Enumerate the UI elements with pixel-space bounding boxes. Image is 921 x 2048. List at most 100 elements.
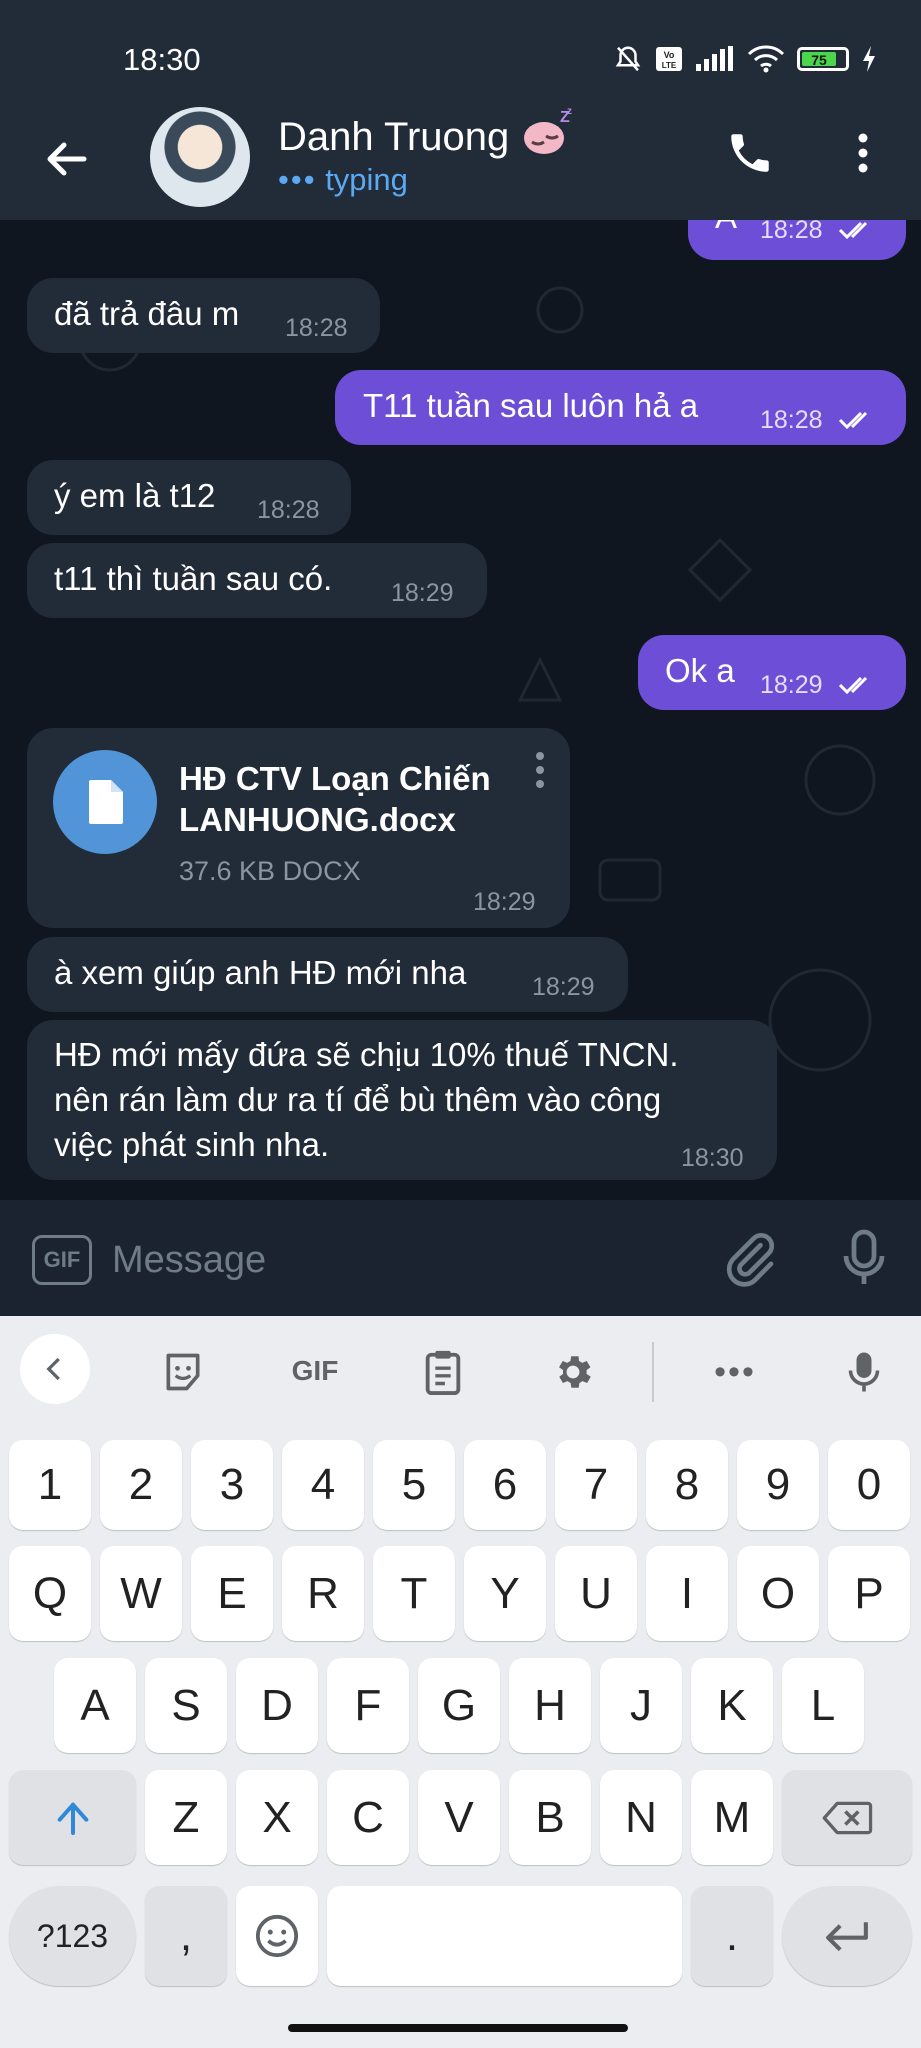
message-bubble-out[interactable]: Ok a 18:29 bbox=[638, 635, 906, 710]
key-5[interactable]: 5 bbox=[373, 1440, 455, 1530]
contact-name[interactable]: Danh Truong Zz bbox=[278, 106, 574, 160]
message-time: 18:29 bbox=[391, 579, 454, 607]
home-indicator[interactable] bbox=[288, 2024, 628, 2032]
key-0[interactable]: 0 bbox=[828, 1440, 910, 1530]
emoji-key[interactable] bbox=[236, 1886, 318, 1986]
status-time: 18:30 bbox=[123, 42, 201, 77]
keyboard: GIF ••• 1 2 3 4 5 6 7 8 9 0 Q W E R T Y … bbox=[0, 1316, 921, 2048]
symbols-key[interactable]: ?123 bbox=[9, 1886, 136, 1986]
file-document-icon[interactable] bbox=[53, 750, 157, 854]
keyboard-mic-icon[interactable] bbox=[836, 1342, 892, 1402]
key-h[interactable]: H bbox=[509, 1658, 591, 1753]
key-e[interactable]: E bbox=[191, 1546, 273, 1641]
avatar[interactable] bbox=[150, 107, 250, 207]
clipboard-icon[interactable] bbox=[415, 1344, 471, 1400]
key-c[interactable]: C bbox=[327, 1770, 409, 1865]
key-j[interactable]: J bbox=[600, 1658, 682, 1753]
key-l[interactable]: L bbox=[782, 1658, 864, 1753]
key-v[interactable]: V bbox=[418, 1770, 500, 1865]
back-arrow-icon[interactable] bbox=[40, 133, 92, 185]
key-3[interactable]: 3 bbox=[191, 1440, 273, 1530]
file-message-bubble[interactable]: HĐ CTV Loạn Chiến LANHUONG.docx 37.6 KB … bbox=[27, 728, 570, 928]
settings-gear-icon[interactable] bbox=[545, 1344, 601, 1400]
toolbar-divider bbox=[652, 1342, 654, 1402]
backspace-key[interactable] bbox=[782, 1770, 912, 1865]
message-bubble-in[interactable]: HĐ mới mấy đứa sẽ chịu 10% thuế TNCN. nê… bbox=[27, 1020, 777, 1180]
collapse-toolbar-button[interactable] bbox=[20, 1334, 90, 1404]
more-dots-icon[interactable]: ••• bbox=[705, 1344, 765, 1400]
file-meta: 37.6 KB DOCX bbox=[179, 856, 361, 886]
key-r[interactable]: R bbox=[282, 1546, 364, 1641]
message-text: à xem giúp anh HĐ mới nha bbox=[54, 954, 467, 991]
key-m[interactable]: M bbox=[691, 1770, 773, 1865]
key-x[interactable]: X bbox=[236, 1770, 318, 1865]
message-bubble-in[interactable]: à xem giúp anh HĐ mới nha 18:29 bbox=[27, 937, 628, 1012]
message-input[interactable] bbox=[110, 1228, 694, 1292]
message-bubble-in[interactable]: t11 thì tuần sau có. 18:29 bbox=[27, 543, 487, 618]
gif-button-icon[interactable]: GIF bbox=[32, 1235, 92, 1285]
message-time: 18:28 bbox=[760, 406, 823, 434]
key-i[interactable]: I bbox=[646, 1546, 728, 1641]
message-text: Ok a bbox=[665, 652, 735, 689]
message-text-line1: HĐ mới mấy đứa sẽ chịu 10% thuế TNCN. bbox=[54, 1036, 679, 1073]
key-b[interactable]: B bbox=[509, 1770, 591, 1865]
message-text-line2: nên rán làm dư ra tí để bù thêm vào công bbox=[54, 1081, 662, 1118]
svg-text:Vo: Vo bbox=[664, 50, 675, 60]
signal-icon bbox=[696, 46, 733, 71]
key-1[interactable]: 1 bbox=[9, 1440, 91, 1530]
key-u[interactable]: U bbox=[555, 1546, 637, 1641]
key-n[interactable]: N bbox=[600, 1770, 682, 1865]
battery-level: 75 bbox=[802, 52, 836, 68]
key-q[interactable]: Q bbox=[9, 1546, 91, 1641]
double-check-icon bbox=[838, 411, 868, 430]
chat-area[interactable]: A 18:28 đã trả đâu m 18:28 T11 tuần sau … bbox=[0, 220, 921, 1200]
volte-icon: VoLTE bbox=[656, 47, 682, 71]
key-8[interactable]: 8 bbox=[646, 1440, 728, 1530]
key-2[interactable]: 2 bbox=[100, 1440, 182, 1530]
more-options-icon[interactable] bbox=[848, 128, 878, 178]
key-7[interactable]: 7 bbox=[555, 1440, 637, 1530]
file-name-line1: HĐ CTV Loạn Chiến bbox=[179, 760, 491, 797]
message-text-line3: việc phát sinh nha. bbox=[54, 1126, 330, 1163]
key-d[interactable]: D bbox=[236, 1658, 318, 1753]
typing-text: typing bbox=[325, 162, 408, 197]
key-s[interactable]: S bbox=[145, 1658, 227, 1753]
key-k[interactable]: K bbox=[691, 1658, 773, 1753]
key-w[interactable]: W bbox=[100, 1546, 182, 1641]
key-y[interactable]: Y bbox=[464, 1546, 546, 1641]
sticker-icon[interactable] bbox=[155, 1344, 211, 1400]
message-bubble-in[interactable]: đã trả đâu m 18:28 bbox=[27, 278, 380, 353]
shift-key[interactable] bbox=[9, 1770, 136, 1865]
wifi-icon bbox=[747, 45, 785, 73]
voice-mic-icon[interactable] bbox=[840, 1228, 888, 1288]
typing-dots-icon: ••• bbox=[278, 162, 317, 197]
toolbar-gif-button[interactable]: GIF bbox=[280, 1346, 350, 1396]
message-bubble-in[interactable]: ý em là t12 18:28 bbox=[27, 460, 351, 535]
charging-bolt-icon bbox=[863, 46, 875, 72]
phone-call-icon[interactable] bbox=[725, 128, 775, 178]
message-time: 18:29 bbox=[532, 973, 595, 1001]
message-bubble-out[interactable]: A 18:28 bbox=[688, 220, 906, 260]
key-p[interactable]: P bbox=[828, 1546, 910, 1641]
key-o[interactable]: O bbox=[737, 1546, 819, 1641]
key-6[interactable]: 6 bbox=[464, 1440, 546, 1530]
file-menu-icon[interactable] bbox=[532, 750, 548, 792]
backspace-icon bbox=[822, 1801, 873, 1834]
message-text: ý em là t12 bbox=[54, 477, 216, 514]
key-9[interactable]: 9 bbox=[737, 1440, 819, 1530]
chevron-left-icon bbox=[46, 1357, 60, 1381]
enter-key[interactable] bbox=[782, 1886, 912, 1986]
space-key[interactable] bbox=[327, 1886, 682, 1986]
message-time: 18:29 bbox=[473, 888, 536, 916]
comma-key[interactable]: , bbox=[145, 1886, 227, 1986]
attach-paperclip-icon[interactable] bbox=[722, 1228, 778, 1288]
message-bubble-out[interactable]: T11 tuần sau luôn hả a 18:28 bbox=[335, 370, 906, 445]
key-4[interactable]: 4 bbox=[282, 1440, 364, 1530]
typing-status: ••• typing bbox=[278, 162, 408, 198]
key-g[interactable]: G bbox=[418, 1658, 500, 1753]
key-a[interactable]: A bbox=[54, 1658, 136, 1753]
key-f[interactable]: F bbox=[327, 1658, 409, 1753]
key-z[interactable]: Z bbox=[145, 1770, 227, 1865]
key-t[interactable]: T bbox=[373, 1546, 455, 1641]
period-key[interactable]: . bbox=[691, 1886, 773, 1986]
